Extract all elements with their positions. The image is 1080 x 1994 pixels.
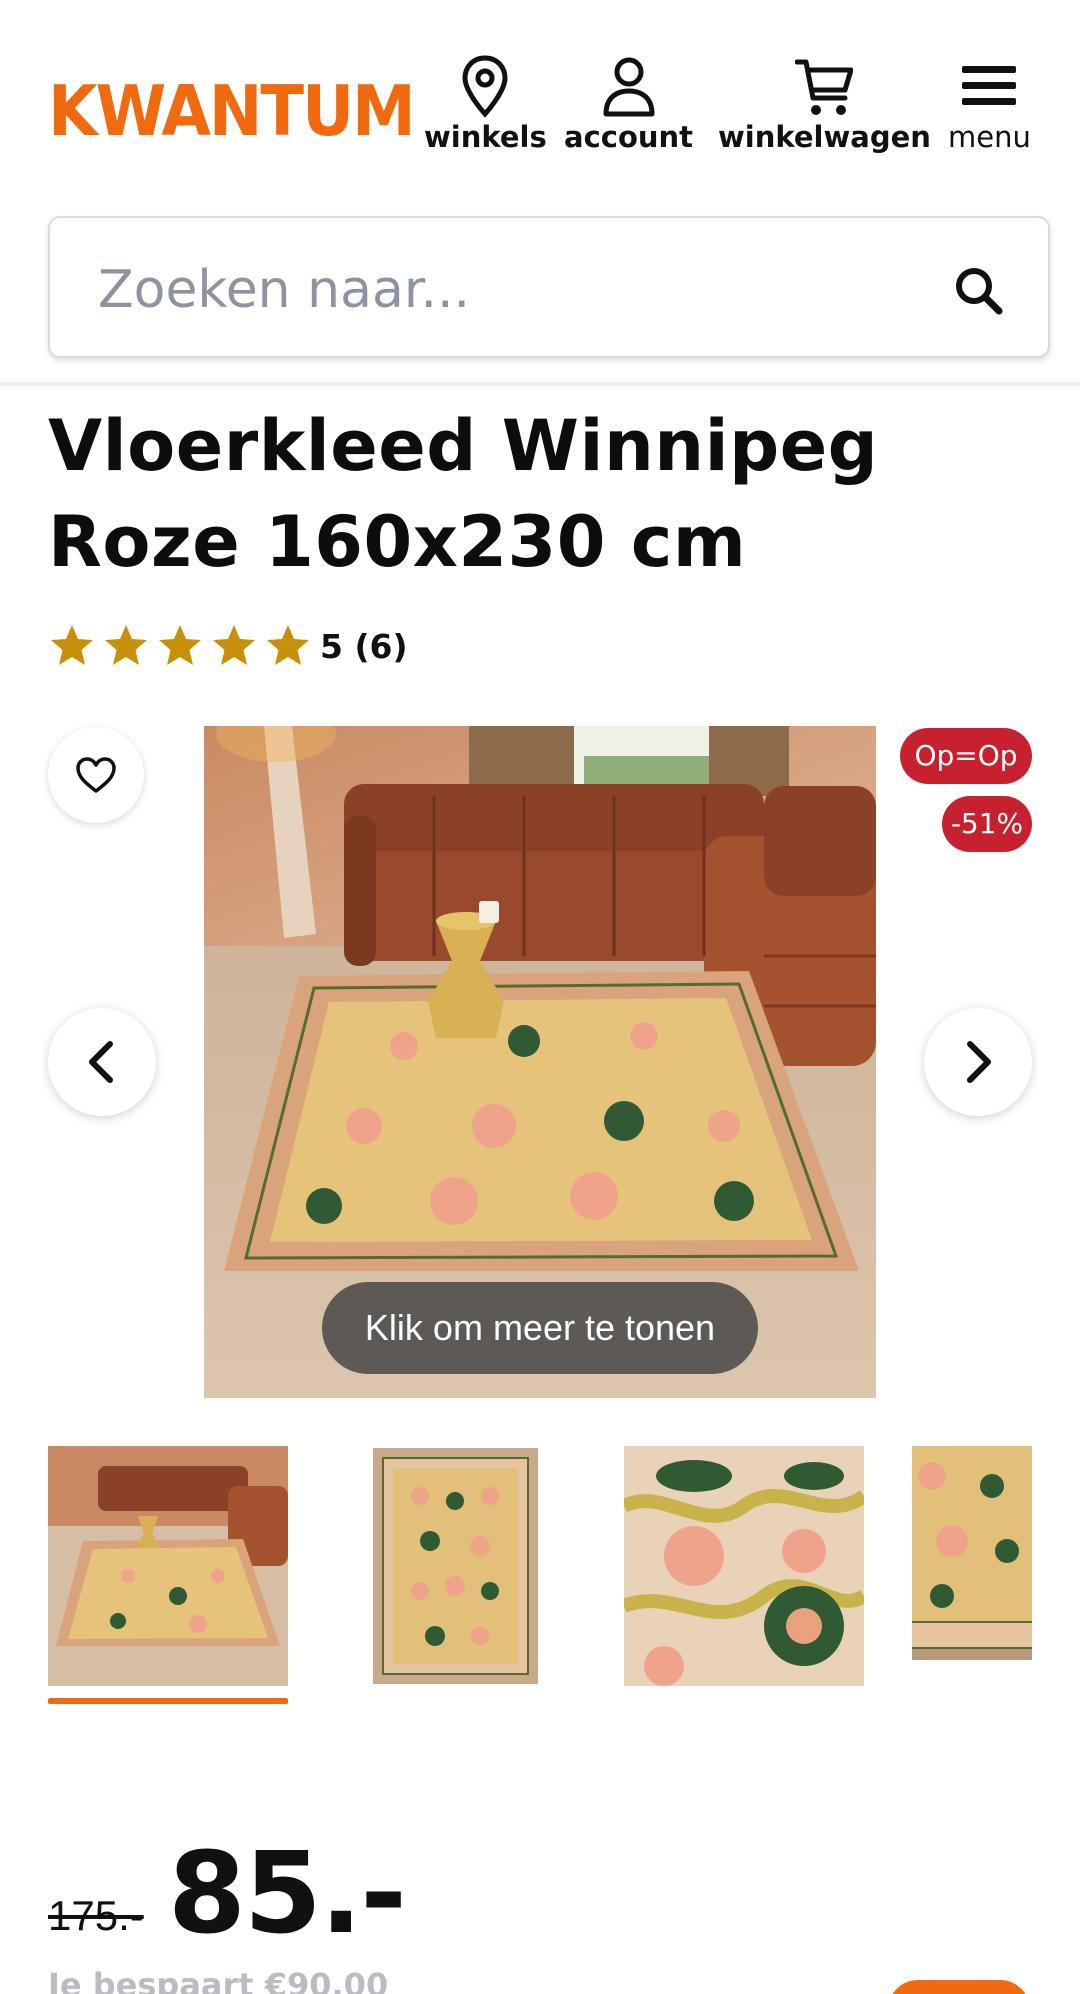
search-input[interactable]: Zoeken naar... (48, 216, 1050, 358)
active-thumbnail-indicator (48, 1698, 288, 1704)
add-to-cart-button[interactable] (888, 1980, 1030, 1994)
op-op-badge: Op=Op (900, 728, 1032, 784)
thumbnail-image (624, 1446, 864, 1686)
chevron-right-icon (967, 1041, 991, 1083)
thumbnail-image (48, 1446, 288, 1686)
thumbnail-room-scene[interactable] (48, 1446, 288, 1686)
thumbnail-rug-corner[interactable] (912, 1446, 1032, 1660)
nav-menu-label: menu (948, 120, 1031, 154)
current-price: 85.- (168, 1829, 407, 1959)
next-image-button[interactable] (924, 1008, 1032, 1116)
nav-winkels-label: winkels (424, 120, 547, 154)
thumbnail-image (335, 1446, 575, 1686)
previous-image-button[interactable] (48, 1008, 156, 1116)
product-rating[interactable]: 5 (6) (48, 622, 408, 670)
thumbnail-rug-detail[interactable] (624, 1446, 864, 1686)
nav-winkels-button[interactable]: winkels (424, 54, 547, 154)
nav-cart-button[interactable]: winkelwagen (718, 54, 931, 154)
thumbnail-rug-top-view[interactable] (335, 1446, 575, 1686)
star-icon (105, 625, 147, 665)
shopping-cart-icon (795, 59, 854, 115)
star-icon (213, 625, 255, 665)
wishlist-button[interactable] (48, 727, 144, 823)
nav-menu-button[interactable]: menu (948, 54, 1031, 154)
nav-cart-label: winkelwagen (718, 120, 931, 154)
site-header: KWANTUM winkels account winkelwagen menu (0, 0, 1080, 358)
nav-account-label: account (564, 120, 694, 154)
star-icon (159, 625, 201, 665)
hamburger-menu-icon (962, 66, 1017, 105)
kwantum-logo[interactable]: KWANTUM (48, 78, 416, 147)
old-price: 175.- (48, 1892, 144, 1939)
header-divider (0, 382, 1080, 386)
chevron-left-icon (89, 1041, 113, 1083)
discount-badge: -51% (942, 796, 1032, 852)
savings-text: Je bespaart €90,00 (48, 1966, 389, 1994)
user-icon (603, 57, 655, 117)
heart-icon (76, 757, 116, 793)
product-title: Vloerkleed Winnipeg Roze 160x230 cm (48, 405, 879, 583)
star-icon (51, 625, 93, 665)
star-icon (267, 625, 309, 665)
nav-account-button[interactable]: account (564, 54, 693, 154)
show-more-overlay-button[interactable]: Klik om meer te tonen (322, 1282, 758, 1374)
map-pin-icon (462, 55, 508, 118)
search-icon[interactable] (952, 264, 1004, 316)
rating-score-text: 5 (6) (320, 626, 408, 666)
thumbnail-image (912, 1446, 1032, 1660)
search-placeholder: Zoeken naar... (98, 260, 471, 320)
